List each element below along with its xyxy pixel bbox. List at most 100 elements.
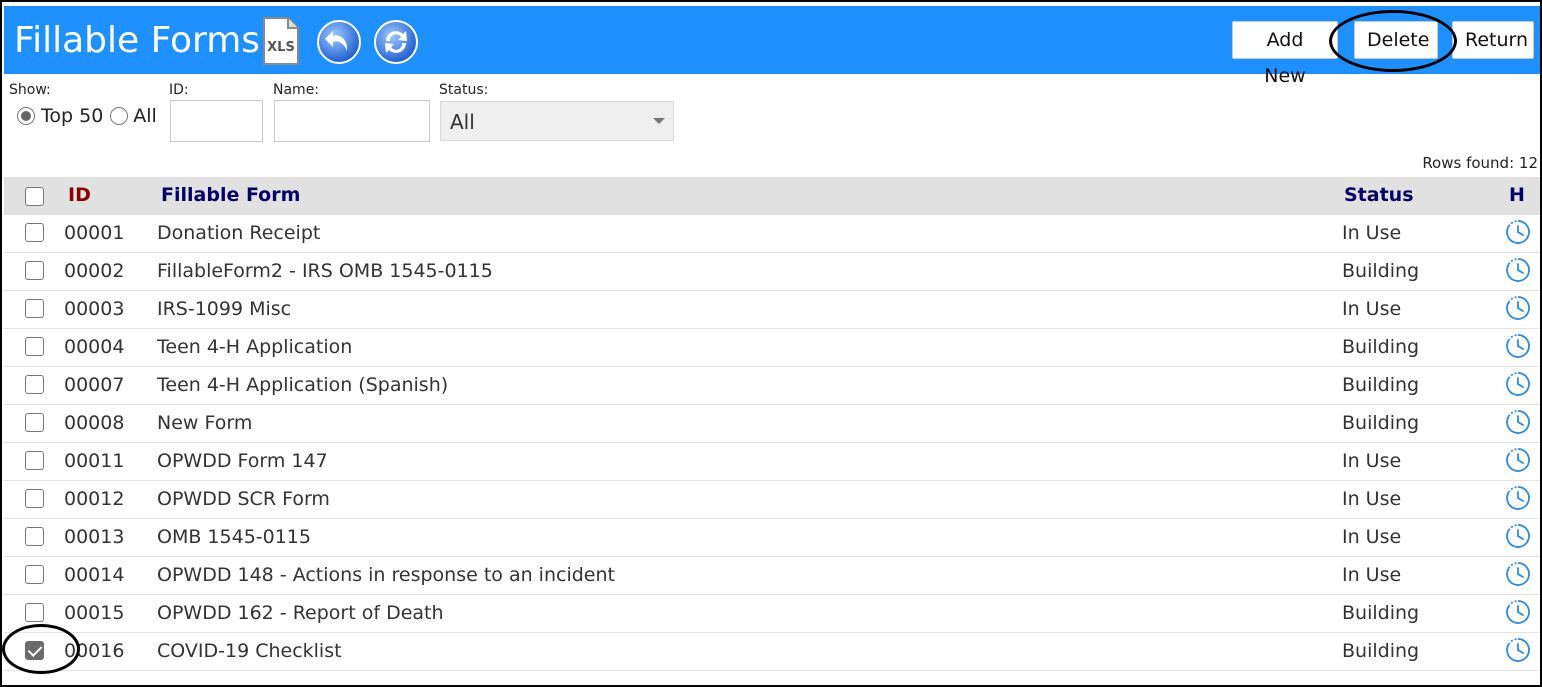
table-row[interactable]: 00003 IRS-1099 Misc In Use (4, 291, 1540, 329)
row-form-name[interactable]: OPWDD Form 147 (157, 450, 328, 472)
row-form-name[interactable]: IRS-1099 Misc (157, 298, 291, 320)
app-frame: Fillable Forms XLS Add New Delete Return… (0, 0, 1542, 687)
row-status: In Use (1342, 450, 1402, 472)
history-clock-icon[interactable] (1504, 332, 1532, 360)
row-checkbox[interactable] (25, 375, 44, 394)
row-id: 00014 (64, 564, 125, 586)
row-status: Building (1342, 336, 1420, 358)
history-clock-icon[interactable] (1504, 446, 1532, 474)
name-filter-label: Name: (273, 82, 320, 98)
row-form-name[interactable]: OPWDD 148 - Actions in response to an in… (157, 564, 615, 586)
top50-radio-label: Top 50 (41, 105, 104, 127)
row-status: In Use (1342, 222, 1402, 244)
row-status: Building (1342, 412, 1420, 434)
table-row[interactable]: 00007 Teen 4-H Application (Spanish) Build… (4, 367, 1540, 405)
table-row[interactable]: 00004 Teen 4-H Application Building (4, 329, 1540, 367)
history-clock-icon[interactable] (1504, 636, 1532, 664)
table-header: ID Fillable Form Status H (4, 177, 1540, 215)
table-row[interactable]: 00013 OMB 1545-0115 In Use (4, 519, 1540, 557)
row-form-name[interactable]: OPWDD 162 - Report of Death (157, 602, 444, 624)
history-clock-icon[interactable] (1504, 294, 1532, 322)
id-filter-input[interactable] (170, 100, 263, 142)
row-id: 00011 (64, 450, 125, 472)
table-row[interactable]: 00002 FillableForm2 - IRS OMB 1545-0115 Bu… (4, 253, 1540, 291)
id-filter-label: ID: (169, 82, 189, 98)
row-status: In Use (1342, 298, 1402, 320)
column-header-form[interactable]: Fillable Form (161, 184, 300, 206)
table-row[interactable]: 00015 OPWDD 162 - Report of Death Building (4, 595, 1540, 633)
history-clock-icon[interactable] (1504, 370, 1532, 398)
status-filter-value: All (450, 110, 475, 134)
column-header-status[interactable]: Status (1344, 184, 1414, 206)
xls-export-icon[interactable]: XLS (262, 16, 300, 66)
row-checkbox[interactable] (25, 223, 44, 242)
row-checkbox[interactable] (25, 603, 44, 622)
table-row[interactable]: 00012 OPWDD SCR Form In Use (4, 481, 1540, 519)
all-radio[interactable] (110, 107, 129, 125)
row-id: 00007 (64, 374, 125, 396)
row-id: 00012 (64, 488, 125, 510)
row-checkbox[interactable] (25, 489, 44, 508)
row-id: 00002 (64, 260, 125, 282)
row-status: Building (1342, 374, 1420, 396)
row-checkbox[interactable] (25, 299, 44, 318)
return-button[interactable]: Return (1452, 21, 1534, 59)
row-status: In Use (1342, 526, 1402, 548)
chevron-down-icon (653, 118, 665, 124)
row-id: 00015 (64, 602, 125, 624)
show-radio-group: Top 50 All (17, 105, 157, 127)
table-row[interactable]: 00014 OPWDD 148 - Actions in response to … (4, 557, 1540, 595)
row-status: Building (1342, 640, 1420, 662)
select-all-checkbox[interactable] (25, 187, 44, 206)
history-clock-icon[interactable] (1504, 218, 1532, 246)
row-checkbox[interactable] (25, 337, 44, 356)
xls-icon-label: XLS (267, 40, 295, 55)
row-form-name[interactable]: OPWDD SCR Form (157, 488, 330, 510)
row-checkbox[interactable] (25, 641, 44, 660)
history-clock-icon[interactable] (1504, 256, 1532, 284)
row-checkbox[interactable] (25, 565, 44, 584)
show-label: Show: (9, 82, 51, 98)
top50-radio[interactable] (17, 107, 35, 125)
row-id: 00004 (64, 336, 125, 358)
row-form-name[interactable]: Teen 4-H Application (Spanish) (157, 374, 448, 396)
row-checkbox[interactable] (25, 527, 44, 546)
row-id: 00013 (64, 526, 125, 548)
status-filter-select[interactable]: All (440, 101, 674, 141)
row-status: In Use (1342, 564, 1402, 586)
name-filter-input[interactable] (274, 100, 430, 142)
table-row[interactable]: 00011 OPWDD Form 147 In Use (4, 443, 1540, 481)
row-id: 00003 (64, 298, 125, 320)
undo-arrow-icon[interactable] (316, 19, 362, 65)
history-clock-icon[interactable] (1504, 408, 1532, 436)
row-form-name[interactable]: COVID-19 Checklist (157, 640, 342, 662)
row-form-name[interactable]: FillableForm2 - IRS OMB 1545-0115 (157, 260, 493, 282)
row-form-name[interactable]: Teen 4-H Application (157, 336, 352, 358)
row-form-name[interactable]: Donation Receipt (157, 222, 320, 244)
header-bar: Fillable Forms XLS Add New Delete Return (4, 6, 1540, 87)
row-checkbox[interactable] (25, 261, 44, 280)
table-row[interactable]: 00001 Donation Receipt In Use (4, 215, 1540, 253)
row-checkbox[interactable] (25, 413, 44, 432)
row-form-name[interactable]: OMB 1545-0115 (157, 526, 311, 548)
delete-button[interactable]: Delete (1354, 21, 1438, 59)
table-row[interactable]: 00008 New Form Building (4, 405, 1540, 443)
table-row[interactable]: 00016 COVID-19 Checklist Building (4, 633, 1540, 671)
history-clock-icon[interactable] (1504, 560, 1532, 588)
history-clock-icon[interactable] (1504, 598, 1532, 626)
history-clock-icon[interactable] (1504, 484, 1532, 512)
rows-found-count: Rows found: 12 (1422, 154, 1538, 172)
refresh-icon[interactable] (373, 19, 419, 65)
column-header-history: H (1509, 184, 1525, 206)
row-checkbox[interactable] (25, 451, 44, 470)
row-status: Building (1342, 602, 1420, 624)
all-radio-label: All (133, 105, 157, 127)
status-filter-label: Status: (439, 82, 489, 98)
add-new-button[interactable]: Add New (1232, 21, 1338, 87)
row-status: Building (1342, 260, 1420, 282)
column-header-id[interactable]: ID (68, 184, 91, 206)
history-clock-icon[interactable] (1504, 522, 1532, 550)
row-id: 00001 (64, 222, 125, 244)
row-form-name[interactable]: New Form (157, 412, 252, 434)
row-status: In Use (1342, 488, 1402, 510)
